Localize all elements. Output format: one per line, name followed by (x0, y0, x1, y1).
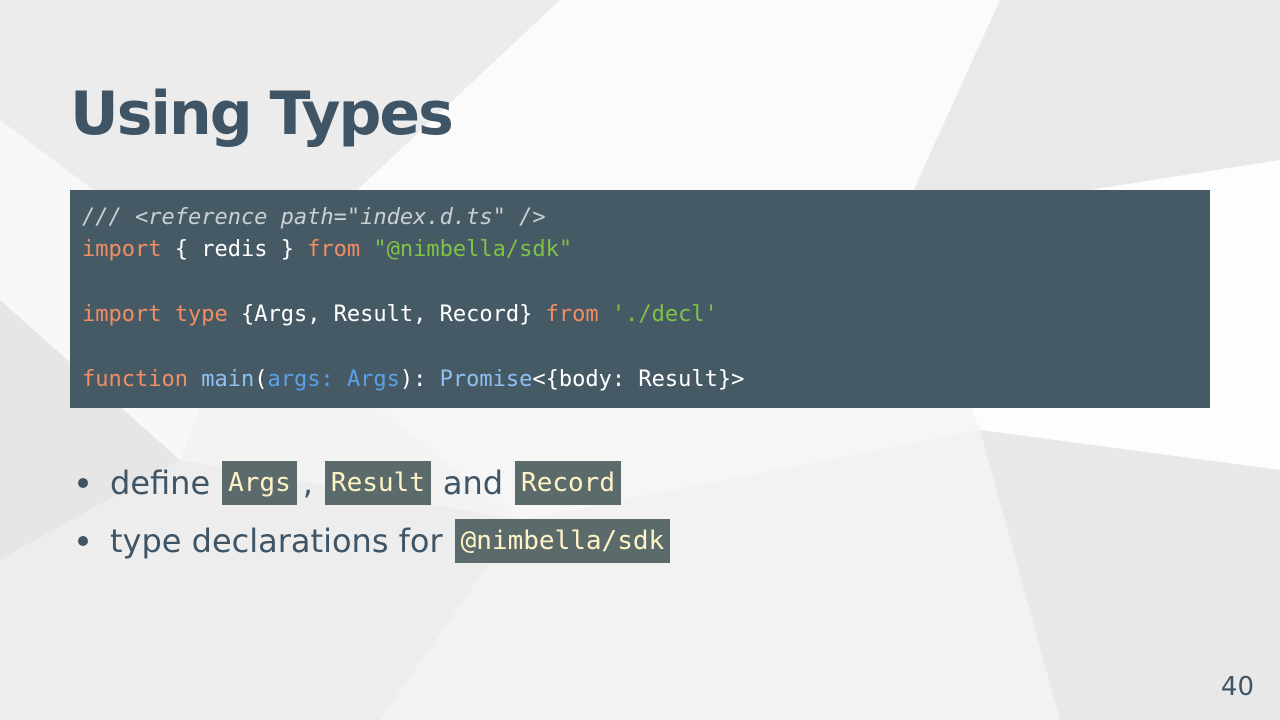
bullet-separator: , (302, 464, 313, 502)
code-keyword-type: type (174, 302, 228, 328)
bullet-item-define: define Args , Result and Record (78, 454, 682, 512)
code-close-paren: ): (399, 366, 440, 392)
code-import-names: { redis } (161, 237, 308, 263)
code-keyword-import: import (82, 302, 162, 328)
inline-code-result: Result (324, 461, 431, 505)
code-param-name: args: (267, 366, 334, 392)
code-generic: <{body: Result}> (532, 366, 745, 392)
code-keyword-import: import (82, 237, 162, 263)
code-keyword-from: from (545, 302, 599, 328)
bullet-item-type-declarations: type declarations for @nimbella/sdk (78, 512, 682, 570)
code-line-import-types: import type {Args, Result, Record} from … (82, 299, 1198, 331)
code-comment: /// <reference path="index.d.ts" /> (82, 205, 546, 230)
code-line-import-redis: import { redis } from "@nimbella/sdk" (82, 234, 1198, 266)
code-line-reference: /// <reference path="index.d.ts" /> (82, 202, 1198, 234)
code-return-type: Promise (439, 366, 533, 392)
bullet-list: define Args , Result and Record type dec… (78, 454, 682, 570)
code-function-name: main (201, 366, 255, 392)
code-param-type: Args (346, 366, 400, 392)
bullet-dot-icon (78, 536, 88, 546)
code-string-path: './decl' (611, 302, 718, 328)
code-string-module: "@nimbella/sdk" (373, 237, 573, 263)
bullet-text: define (110, 464, 211, 502)
code-line-blank-2 (82, 332, 1198, 364)
bullet-text: type declarations for (110, 522, 443, 560)
inline-code-args: Args (222, 461, 297, 505)
code-line-function: function main(args: Args): Promise<{body… (82, 364, 1198, 396)
slide-title: Using Types (70, 79, 454, 149)
bullet-dot-icon (78, 478, 88, 488)
code-open-paren: ( (254, 366, 268, 392)
code-keyword-from: from (307, 237, 361, 263)
inline-code-record: Record (515, 461, 621, 505)
bullet-text-and: and (442, 464, 504, 502)
code-import-names: {Args, Result, Record} (227, 302, 546, 328)
code-line-blank-1 (82, 267, 1198, 299)
inline-code-sdk: @nimbella/sdk (454, 519, 671, 563)
code-block: /// <reference path="index.d.ts" /> impo… (70, 190, 1210, 408)
code-keyword-function: function (82, 366, 188, 392)
page-number: 40 (1220, 672, 1254, 702)
